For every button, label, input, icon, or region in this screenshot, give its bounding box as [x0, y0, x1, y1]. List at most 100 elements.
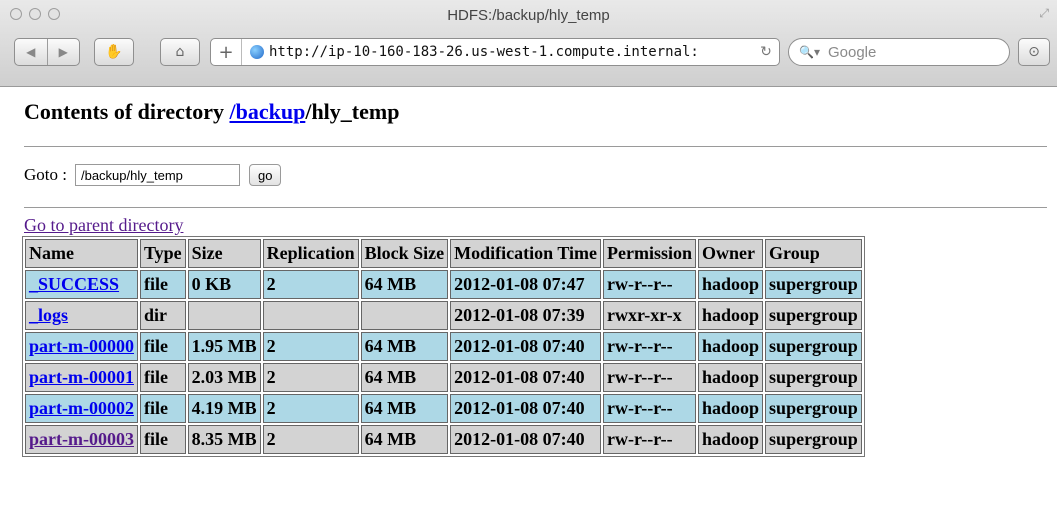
back-button[interactable]: ◀	[15, 39, 47, 65]
reload-icon[interactable]: ↻	[753, 44, 779, 60]
table-cell: supergroup	[765, 301, 862, 330]
address-bar[interactable]: + http://ip-10-160-183-26.us-west-1.comp…	[210, 38, 780, 66]
table-cell: hadoop	[698, 363, 764, 392]
name-cell: _logs	[25, 301, 138, 330]
table-cell: 64 MB	[360, 332, 449, 361]
heading-prefix: Contents of directory	[24, 99, 230, 124]
page-content: Contents of directory /backup/hly_temp G…	[0, 87, 1057, 516]
home-button[interactable]: ⌂	[160, 38, 200, 66]
table-cell: 2012-01-08 07:40	[450, 394, 601, 423]
table-cell: rw-r--r--	[603, 394, 696, 423]
name-cell: _SUCCESS	[25, 270, 138, 299]
table-cell: 2012-01-08 07:40	[450, 363, 601, 392]
table-cell: 2	[262, 270, 359, 299]
divider	[24, 207, 1047, 208]
browser-window: HDFS:/backup/hly_temp ⤢ ◀ ▶ ✋ ⌂ + http:/…	[0, 0, 1057, 516]
table-cell: file	[139, 425, 186, 454]
table-cell: dir	[139, 301, 186, 330]
table-cell: 2	[262, 394, 359, 423]
column-header: Block Size	[360, 239, 449, 268]
column-header: Modification Time	[450, 239, 601, 268]
table-cell: file	[139, 394, 186, 423]
table-cell: 8.35 MB	[187, 425, 261, 454]
search-icon: 🔍▾	[799, 45, 820, 59]
heading-backup-link[interactable]: /backup	[230, 99, 306, 124]
file-link[interactable]: part-m-00000	[29, 336, 134, 356]
table-cell: supergroup	[765, 270, 862, 299]
hand-icon[interactable]: ✋	[94, 38, 134, 66]
table-cell: hadoop	[698, 394, 764, 423]
table-row: _SUCCESS file 0 KB 2 64 MB 2012-01-08 07:47 rw…	[25, 270, 862, 299]
fullscreen-icon[interactable]: ⤢	[1039, 6, 1049, 21]
site-globe-icon	[250, 45, 264, 59]
table-cell	[187, 301, 261, 330]
table-row: part-m-00002 file 4.19 MB 2 64 MB 2012-01-08 …	[25, 394, 862, 423]
divider	[24, 146, 1047, 147]
file-link[interactable]: part-m-00003	[29, 429, 134, 449]
directory-listing-table: Name Type Size Replication Block Size Modific…	[22, 236, 865, 457]
table-cell: 2012-01-08 07:40	[450, 332, 601, 361]
column-header: Name	[25, 239, 138, 268]
table-cell: supergroup	[765, 394, 862, 423]
browser-toolbar: ◀ ▶ ✋ ⌂ + http://ip-10-160-183-26.us-wes…	[14, 38, 1050, 68]
table-cell: 64 MB	[360, 394, 449, 423]
title-bar: HDFS:/backup/hly_temp ⤢ ◀ ▶ ✋ ⌂ + http:/…	[0, 0, 1057, 87]
table-cell: supergroup	[765, 425, 862, 454]
goto-label: Goto :	[24, 165, 67, 184]
name-cell: part-m-00001	[25, 363, 138, 392]
table-cell: rw-r--r--	[603, 270, 696, 299]
table-row: _logs dir 2012-01-08 07:39 rwxr-xr-x hadoop s…	[25, 301, 862, 330]
add-bookmark-icon[interactable]: +	[211, 39, 242, 65]
file-link[interactable]: _logs	[29, 305, 68, 325]
name-cell: part-m-00002	[25, 394, 138, 423]
table-cell: 2012-01-08 07:47	[450, 270, 601, 299]
table-cell: 1.95 MB	[187, 332, 261, 361]
table-cell: 2012-01-08 07:39	[450, 301, 601, 330]
table-cell: 2.03 MB	[187, 363, 261, 392]
table-cell: 4.19 MB	[187, 394, 261, 423]
table-cell: rw-r--r--	[603, 363, 696, 392]
go-button[interactable]: go	[248, 164, 282, 186]
downloads-button[interactable]: ⊙	[1018, 38, 1050, 66]
table-cell: hadoop	[698, 270, 764, 299]
forward-button[interactable]: ▶	[46, 39, 80, 65]
table-cell: 64 MB	[360, 425, 449, 454]
table-cell	[262, 301, 359, 330]
column-header: Permission	[603, 239, 696, 268]
table-row: part-m-00000 file 1.95 MB 2 64 MB 2012-01-08 …	[25, 332, 862, 361]
table-cell: 0 KB	[187, 270, 261, 299]
table-cell: supergroup	[765, 332, 862, 361]
goto-path-input[interactable]	[74, 164, 240, 186]
column-header: Size	[187, 239, 261, 268]
file-link[interactable]: part-m-00002	[29, 398, 134, 418]
table-cell: file	[139, 363, 186, 392]
table-cell: 64 MB	[360, 270, 449, 299]
search-field[interactable]: 🔍▾ Google	[788, 38, 1010, 66]
window-title: HDFS:/backup/hly_temp	[447, 7, 610, 24]
table-cell: rwxr-xr-x	[603, 301, 696, 330]
page-heading: Contents of directory /backup/hly_temp	[24, 99, 1047, 125]
parent-directory-link[interactable]: Go to parent directory	[24, 215, 1047, 236]
table-cell: 2	[262, 363, 359, 392]
name-cell: part-m-00000	[25, 332, 138, 361]
column-header: Type	[139, 239, 186, 268]
table-cell: 2	[262, 332, 359, 361]
table-row: part-m-00001 file 2.03 MB 2 64 MB 2012-01-08 …	[25, 363, 862, 392]
table-header-row: Name Type Size Replication Block Size Modific…	[25, 239, 862, 268]
table-cell: hadoop	[698, 332, 764, 361]
url-text[interactable]: http://ip-10-160-183-26.us-west-1.comput…	[269, 44, 753, 60]
file-link[interactable]: _SUCCESS	[29, 274, 119, 294]
table-cell: supergroup	[765, 363, 862, 392]
column-header: Owner	[698, 239, 764, 268]
table-row: part-m-00003 file 8.35 MB 2 64 MB 2012-01-08 …	[25, 425, 862, 454]
table-cell: rw-r--r--	[603, 425, 696, 454]
table-cell: 2	[262, 425, 359, 454]
heading-suffix: /hly_temp	[305, 99, 400, 124]
table-cell: hadoop	[698, 301, 764, 330]
search-placeholder: Google	[827, 43, 877, 61]
name-cell: part-m-00003	[25, 425, 138, 454]
file-link[interactable]: part-m-00001	[29, 367, 134, 387]
table-cell: 64 MB	[360, 363, 449, 392]
column-header: Replication	[262, 239, 359, 268]
back-forward-buttons: ◀ ▶	[14, 38, 80, 66]
